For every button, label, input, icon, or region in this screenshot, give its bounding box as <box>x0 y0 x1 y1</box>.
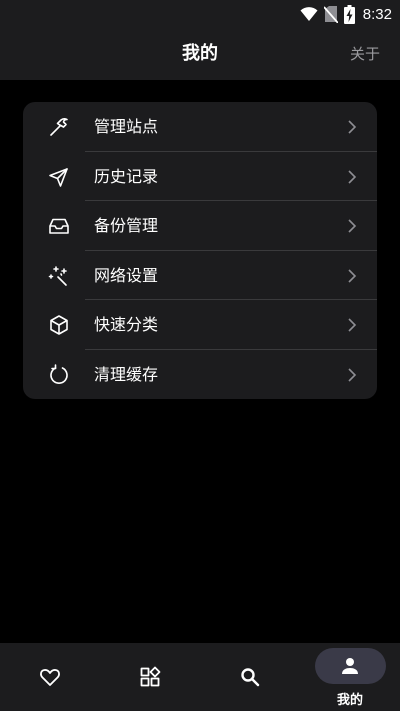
menu-item-clear-cache[interactable]: 清理缓存 <box>23 350 377 400</box>
nav-item-categories[interactable] <box>100 643 200 711</box>
nav-item-search[interactable] <box>200 643 300 711</box>
cube-icon <box>47 313 71 337</box>
chevron-right-icon <box>348 268 357 283</box>
status-time: 8:32 <box>362 5 392 23</box>
search-icon <box>241 668 260 687</box>
status-icons: 8:32 <box>300 4 392 24</box>
menu-item-backup[interactable]: 备份管理 <box>23 201 377 251</box>
chevron-right-icon <box>348 367 357 382</box>
nav-label-mine: 我的 <box>336 693 363 708</box>
chevron-right-icon <box>348 318 357 332</box>
menu-item-quick-category[interactable]: 快速分类 <box>23 300 377 350</box>
person-icon <box>342 658 358 674</box>
grid-icon <box>140 666 161 687</box>
refresh-icon <box>47 363 71 387</box>
status-bar: 8:32 <box>0 0 400 28</box>
menu-item-label: 管理站点 <box>94 117 159 136</box>
bottom-navigation: 我的 <box>0 643 400 711</box>
menu-item-label: 清理缓存 <box>94 364 159 384</box>
menu-item-label: 网络设置 <box>94 265 159 285</box>
send-icon <box>47 165 71 189</box>
chevron-right-icon <box>348 219 357 233</box>
settings-menu-card: 管理站点 历史记录 备份管理 网络设置 快速分类 清理缓存 <box>23 102 377 399</box>
about-button[interactable]: 关于 <box>350 28 380 80</box>
nav-item-favorites[interactable] <box>0 643 100 711</box>
app-bar: 我的 关于 <box>0 28 400 80</box>
menu-item-label: 历史记录 <box>94 166 159 186</box>
menu-item-history[interactable]: 历史记录 <box>23 152 377 201</box>
chevron-right-icon <box>348 120 357 134</box>
no-sim-icon <box>323 5 338 23</box>
menu-item-manage-sites[interactable]: 管理站点 <box>23 102 377 152</box>
menu-item-label: 备份管理 <box>94 216 159 235</box>
menu-item-label: 快速分类 <box>94 315 159 334</box>
battery-charging-icon <box>343 4 355 24</box>
sparkles-icon <box>47 264 71 288</box>
hammer-icon <box>47 115 71 139</box>
inbox-icon <box>47 214 71 238</box>
heart-icon <box>40 669 60 686</box>
wifi-icon <box>300 6 318 22</box>
menu-item-network-settings[interactable]: 网络设置 <box>23 251 377 300</box>
nav-item-mine[interactable]: 我的 <box>300 643 400 711</box>
chevron-right-icon <box>348 169 357 184</box>
page-title: 我的 <box>182 43 218 64</box>
